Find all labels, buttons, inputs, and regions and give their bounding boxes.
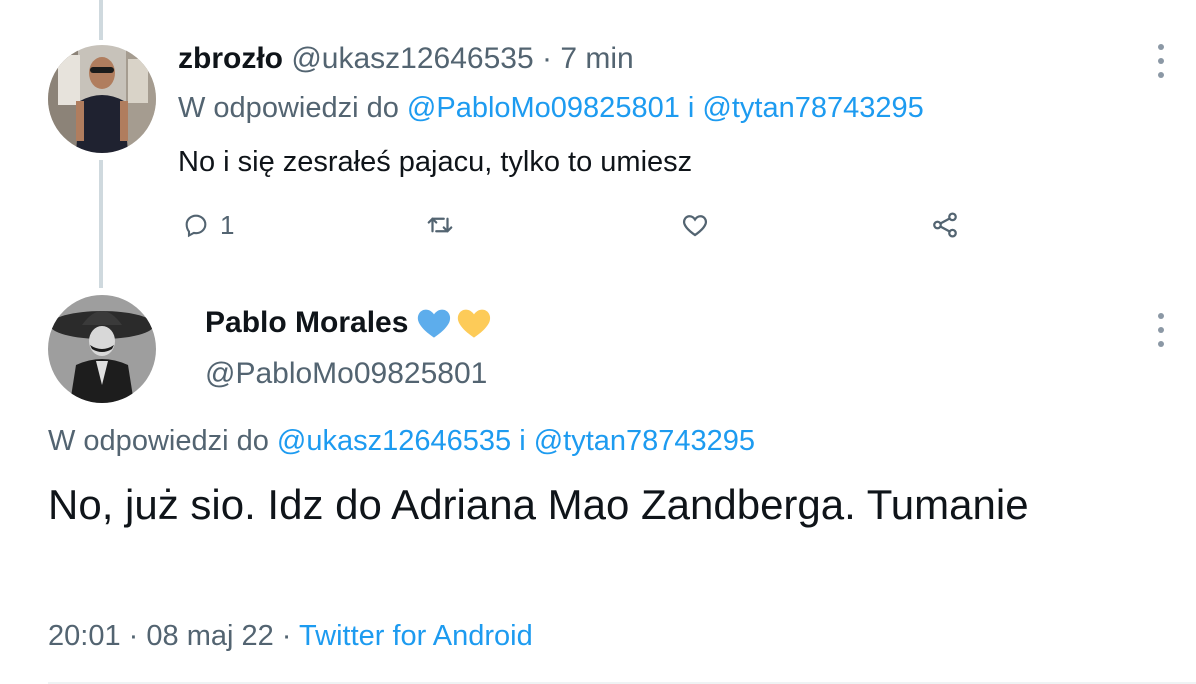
- share-icon: [930, 210, 960, 240]
- reply-header: zbrozło @ukasz12646535 · 7 min: [178, 42, 634, 76]
- avatar-pablo-morales[interactable]: [48, 295, 156, 403]
- like-icon: [680, 210, 710, 240]
- main-time[interactable]: 20:01: [48, 620, 121, 652]
- reply-count: 1: [220, 209, 235, 240]
- reply-context-prefix: W odpowiedzi do: [178, 92, 399, 124]
- main-context-user1[interactable]: @ukasz12646535: [277, 425, 511, 457]
- reply-context: W odpowiedzi do @PabloMo09825801 i @tyta…: [178, 92, 924, 125]
- reply-icon: [182, 211, 210, 239]
- reply-context-joiner: i: [687, 92, 695, 124]
- main-more-icon[interactable]: [1150, 313, 1172, 347]
- main-display-name-row[interactable]: Pablo Morales: [205, 306, 492, 340]
- main-context-user2[interactable]: @tytan78743295: [534, 425, 755, 457]
- main-context-prefix: W odpowiedzi do: [48, 425, 269, 457]
- thread-line-connector: [99, 160, 103, 288]
- like-button[interactable]: [680, 205, 710, 245]
- reply-time[interactable]: 7 min: [560, 42, 633, 75]
- retweet-icon: [425, 210, 455, 240]
- reply-context-user2[interactable]: @tytan78743295: [702, 92, 923, 124]
- blue-heart-icon: [418, 309, 451, 338]
- main-tweet-text: No, już sio. Idz do Adriana Mao Zandberg…: [48, 481, 1029, 528]
- name-hearts: [416, 307, 492, 339]
- main-tweet-meta: 20:01 · 08 maj 22 · Twitter for Android: [48, 620, 533, 653]
- share-button[interactable]: [930, 205, 960, 245]
- main-context: W odpowiedzi do @ukasz12646535 i @tytan7…: [48, 425, 755, 458]
- reply-handle[interactable]: @ukasz12646535: [291, 42, 533, 75]
- tweet-source[interactable]: Twitter for Android: [299, 620, 533, 652]
- main-display-name[interactable]: Pablo Morales: [205, 306, 408, 340]
- reply-tweet-text: No i się zesrałeś pajacu, tylko to umies…: [178, 146, 693, 178]
- meta-separator-1: ·: [128, 620, 139, 652]
- main-context-joiner: i: [519, 425, 526, 457]
- main-handle[interactable]: @PabloMo09825801: [205, 357, 487, 391]
- thread-line-top: [99, 0, 103, 40]
- retweet-button[interactable]: [425, 205, 455, 245]
- reply-separator: ·: [542, 42, 552, 75]
- avatar-zbrozlo[interactable]: [48, 45, 156, 153]
- reply-display-name[interactable]: zbrozło: [178, 42, 283, 75]
- reply-button[interactable]: 1: [182, 205, 234, 245]
- main-date[interactable]: 08 maj 22: [146, 620, 273, 652]
- reply-context-user1[interactable]: @PabloMo09825801: [407, 92, 680, 124]
- meta-separator-2: ·: [281, 620, 292, 652]
- reply-more-icon[interactable]: [1150, 44, 1172, 78]
- tweet-thread: zbrozło @ukasz12646535 · 7 min W odpowie…: [0, 0, 1196, 684]
- yellow-heart-icon: [458, 309, 491, 338]
